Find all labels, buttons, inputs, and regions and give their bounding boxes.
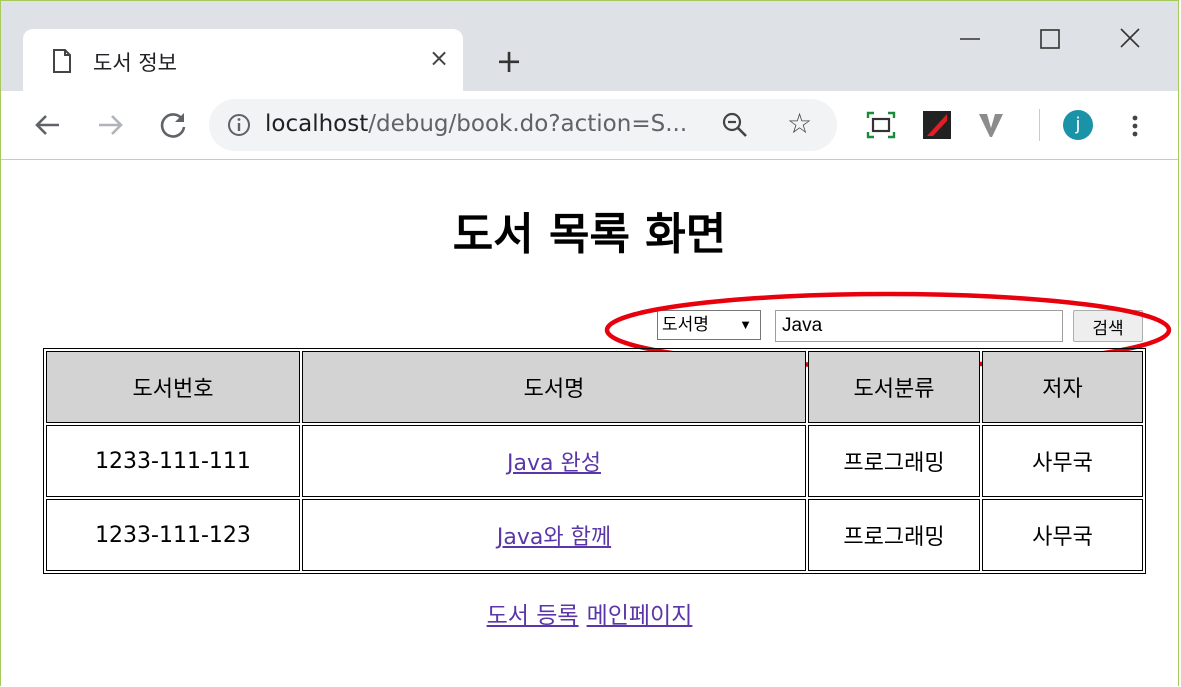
- book-link[interactable]: Java 완성: [507, 451, 601, 476]
- maximize-icon: [1040, 29, 1060, 49]
- info-icon[interactable]: [227, 113, 251, 137]
- tab-strip: 도서 정보 × +: [1, 1, 1178, 91]
- header-book-id: 도서번호: [46, 351, 300, 423]
- book-link[interactable]: Java와 함께: [497, 525, 611, 550]
- page-icon: [53, 49, 71, 73]
- register-book-link[interactable]: 도서 등록: [487, 603, 579, 629]
- cell-category: 프로그래밍: [808, 425, 980, 497]
- footer-links: 도서 등록 메인페이지: [1, 596, 1178, 630]
- reload-icon[interactable]: [153, 105, 193, 145]
- header-category: 도서분류: [808, 351, 980, 423]
- back-arrow-icon[interactable]: [27, 105, 67, 145]
- main-page-link[interactable]: 메인페이지: [587, 603, 693, 629]
- active-tab[interactable]: 도서 정보 ×: [23, 29, 463, 91]
- cell-book-name: Java 완성: [302, 425, 806, 497]
- minimize-button[interactable]: [945, 19, 995, 59]
- zoom-out-icon[interactable]: [721, 111, 749, 139]
- new-tab-button[interactable]: +: [491, 43, 527, 79]
- profile-avatar[interactable]: j: [1063, 110, 1093, 140]
- star-icon[interactable]: ☆: [787, 107, 812, 140]
- cell-book-name: Java와 함께: [302, 499, 806, 571]
- cell-author: 사무국: [982, 425, 1143, 497]
- cell-book-id: 1233-111-111: [46, 425, 300, 497]
- book-table: 도서번호 도서명 도서분류 저자 1233-111-111 Java 완성 프로…: [43, 348, 1146, 574]
- cell-author: 사무국: [982, 499, 1143, 571]
- address-bar[interactable]: localhost/debug/book.do?action=S... ☆: [209, 99, 837, 151]
- screen-capture-icon[interactable]: [865, 109, 897, 141]
- header-book-name: 도서명: [302, 351, 806, 423]
- cell-category: 프로그래밍: [808, 499, 980, 571]
- kebab-menu-icon[interactable]: [1125, 109, 1145, 143]
- maximize-button[interactable]: [1025, 19, 1075, 59]
- page-title: 도서 목록 화면: [452, 209, 727, 260]
- close-window-icon: [1120, 28, 1140, 48]
- toolbar-divider: [1039, 109, 1040, 141]
- browser-window: 도서 정보 × + localhost/debug/book.do?action…: [0, 0, 1179, 686]
- extension-red-icon[interactable]: [921, 109, 953, 141]
- close-tab-icon[interactable]: ×: [425, 43, 453, 73]
- tab-title: 도서 정보: [93, 51, 177, 75]
- table-row: 1233-111-111 Java 완성 프로그래밍 사무국: [46, 425, 1143, 497]
- header-author: 저자: [982, 351, 1143, 423]
- extension-v-icon[interactable]: [975, 109, 1007, 141]
- browser-toolbar: localhost/debug/book.do?action=S... ☆ j: [1, 91, 1178, 160]
- cell-book-id: 1233-111-123: [46, 499, 300, 571]
- url-text[interactable]: localhost/debug/book.do?action=S...: [265, 111, 687, 137]
- table-header-row: 도서번호 도서명 도서분류 저자: [46, 351, 1143, 423]
- page-content: 도서 목록 화면 도서명 ▼ 검색 도서번호 도서명 도서분류 저자: [1, 160, 1178, 687]
- table-row: 1233-111-123 Java와 함께 프로그래밍 사무국: [46, 499, 1143, 571]
- close-window-button[interactable]: [1105, 19, 1155, 59]
- forward-arrow-icon[interactable]: [91, 105, 131, 145]
- url-path: /debug/book.do?action=S...: [368, 111, 688, 137]
- minimize-icon: [960, 38, 980, 40]
- url-host: localhost: [265, 111, 369, 137]
